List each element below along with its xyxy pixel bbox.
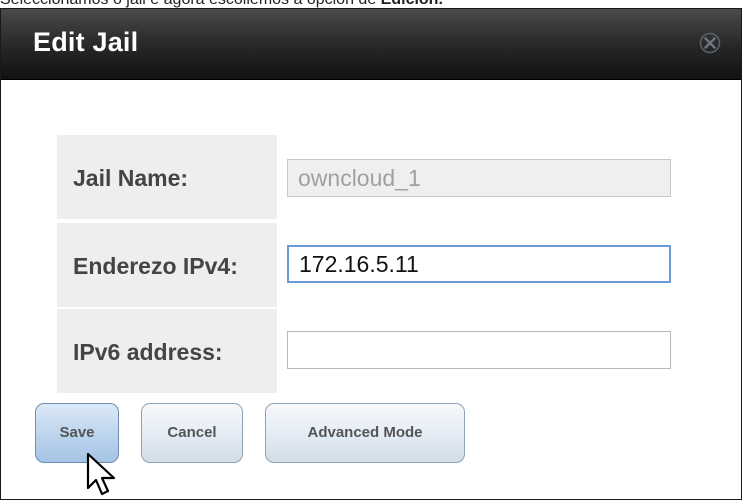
form-row-ipv6: IPv6 address: — [57, 307, 689, 393]
jail-name-label: Jail Name: — [73, 165, 189, 191]
page-caption: Seleccionamos o jail e agora escollemos … — [0, 0, 742, 8]
ipv4-address-field[interactable] — [287, 245, 671, 283]
caption-text: Seleccionamos o jail e agora escollemos … — [0, 0, 381, 8]
ipv6-label: IPv6 address: — [73, 339, 223, 365]
arrow-cursor-icon — [86, 452, 116, 496]
ipv4-label: Enderezo IPv4: — [73, 253, 238, 279]
jail-name-field — [287, 159, 671, 197]
jail-form: Jail Name: Enderezo IPv4: IPv6 address: — [57, 135, 689, 393]
edit-jail-dialog: Edit Jail Jail Name: Enderezo IPv4: IPv6… — [0, 8, 742, 500]
dialog-title: Edit Jail — [33, 27, 139, 57]
advanced-mode-button[interactable]: Advanced Mode — [265, 403, 465, 463]
dialog-titlebar: Edit Jail — [1, 9, 741, 80]
form-row-ipv4: Enderezo IPv4: — [57, 221, 689, 307]
ipv6-address-field[interactable] — [287, 331, 671, 369]
close-icon[interactable] — [699, 32, 721, 54]
cancel-button[interactable]: Cancel — [141, 403, 243, 463]
caption-bold: Edición. — [381, 0, 443, 8]
label-cell: IPv6 address: — [57, 309, 277, 393]
label-cell: Jail Name: — [57, 135, 277, 219]
form-row-jail-name: Jail Name: — [57, 135, 689, 221]
label-cell: Enderezo IPv4: — [57, 223, 277, 307]
